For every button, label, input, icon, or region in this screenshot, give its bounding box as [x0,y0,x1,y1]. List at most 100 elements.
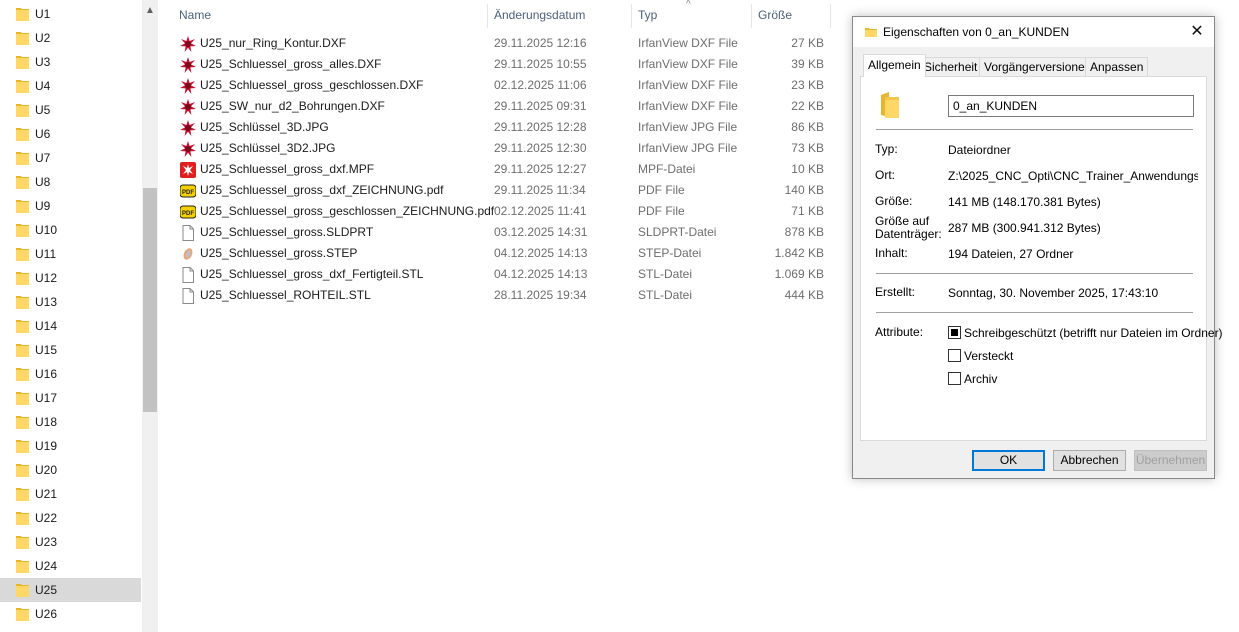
nav-item-label: U10 [35,223,58,237]
nav-item-u24[interactable]: U24 [0,554,141,578]
column-header-type[interactable]: Typ [638,0,657,30]
nav-item-u21[interactable]: U21 [0,482,141,506]
column-divider[interactable] [830,4,831,28]
nav-item-label: U17 [35,391,58,405]
nav-item-u23[interactable]: U23 [0,530,141,554]
created-value: Sonntag, 30. November 2025, 17:43:10 [948,286,1159,300]
close-icon[interactable]: ✕ [1182,17,1212,47]
dialog-titlebar[interactable]: Eigenschaften von 0_an_KUNDEN ✕ [853,17,1214,47]
nav-item-u3[interactable]: U3 [0,50,141,74]
file-name[interactable]: U25_Schlüssel_3D.JPG [200,120,329,134]
properties-dialog: Eigenschaften von 0_an_KUNDEN ✕ Allgemei… [852,16,1223,479]
nav-item-label: U22 [35,511,58,525]
tab-anpassen[interactable]: Anpassen [1085,57,1149,76]
file-date: 29.11.2025 09:31 [494,99,587,113]
folder-icon [16,584,29,597]
file-name[interactable]: U25_Schluessel_gross_alles.DXF [200,57,381,71]
scroll-up-arrow-icon[interactable]: ▲ [142,0,158,22]
contents-label: Inhalt: [875,246,908,260]
file-row[interactable]: U25_Schluessel_gross.STEP 04.12.2025 14:1… [178,243,828,264]
nav-item-label: U2 [35,31,51,45]
nav-item-u20[interactable]: U20 [0,458,141,482]
nav-item-u17[interactable]: U17 [0,386,141,410]
file-name[interactable]: U25_SW_nur_d2_Bohrungen.DXF [200,99,385,113]
nav-item-u9[interactable]: U9 [0,194,141,218]
file-name[interactable]: U25_Schluessel_gross_dxf_Fertigteil.STL [200,267,423,281]
column-divider[interactable] [631,4,632,28]
file-name[interactable]: U25_Schluessel_gross_geschlossen_ZEICHNU… [200,204,494,218]
nav-item-u25[interactable]: U25 [0,578,141,602]
hidden-checkbox[interactable] [948,349,961,362]
column-divider[interactable] [487,4,488,28]
tab-sicherheit[interactable]: Sicherheit [919,57,983,76]
apply-button[interactable]: Übernehmen [1134,450,1207,471]
file-size: 878 KB [784,225,824,239]
nav-item-label: U20 [35,463,58,477]
file-name[interactable]: U25_Schluessel_ROHTEIL.STL [200,288,371,302]
nav-scrollbar-thumb[interactable] [143,188,157,412]
folder-name-field[interactable] [948,95,1194,117]
location-value[interactable]: Z:\2025_CNC_Opti\CNC_Trainer_Anwendungst… [948,169,1198,183]
file-name[interactable]: U25_nur_Ring_Kontur.DXF [200,36,346,50]
column-header-name[interactable]: Name [179,0,211,30]
nav-item-u19[interactable]: U19 [0,434,141,458]
column-divider[interactable] [751,4,752,28]
nav-item-u2[interactable]: U2 [0,26,141,50]
nav-item-u13[interactable]: U13 [0,290,141,314]
file-row[interactable]: U25_Schluessel_gross_dxf_Fertigteil.STL 0… [178,264,828,285]
readonly-checkbox[interactable] [948,326,961,339]
file-row[interactable]: U25_Schluessel_ROHTEIL.STL 28.11.2025 19:… [178,285,828,306]
file-name[interactable]: U25_Schluessel_gross_dxf_ZEICHNUNG.pdf [200,183,443,197]
size-on-disk-label-line2: Datenträger: [875,227,942,241]
tab-vorgaengerversionen[interactable]: Vorgängerversionen [979,57,1097,76]
nav-item-u26[interactable]: U26 [0,602,141,626]
column-header-date[interactable]: Änderungsdatum [494,0,585,30]
archive-label[interactable]: Archiv [964,372,997,386]
nav-item-u11[interactable]: U11 [0,242,141,266]
cancel-button[interactable]: Abbrechen [1053,450,1126,471]
nav-item-u22[interactable]: U22 [0,506,141,530]
ok-button[interactable]: OK [972,450,1045,471]
file-row[interactable]: U25_Schluessel_gross.SLDPRT 03.12.2025 14… [178,222,828,243]
file-name[interactable]: U25_Schluessel_gross.SLDPRT [200,225,373,239]
nav-item-u16[interactable]: U16 [0,362,141,386]
file-name[interactable]: U25_Schluessel_gross.STEP [200,246,357,260]
nav-item-u5[interactable]: U5 [0,98,141,122]
size-on-disk-value: 287 MB (300.941.312 Bytes) [948,221,1101,235]
file-row[interactable]: U25_SW_nur_d2_Bohrungen.DXF 29.11.2025 09… [178,96,828,117]
column-header-size[interactable]: Größe [758,0,792,30]
nav-item-u14[interactable]: U14 [0,314,141,338]
file-name[interactable]: U25_Schluessel_gross_dxf.MPF [200,162,374,176]
nav-item-u15[interactable]: U15 [0,338,141,362]
nav-item-u7[interactable]: U7 [0,146,141,170]
nav-item-u8[interactable]: U8 [0,170,141,194]
file-row[interactable]: U25_Schlüssel_3D2.JPG 29.11.2025 12:30 Irf… [178,138,828,159]
tab-allgemein[interactable]: Allgemein [863,54,926,77]
file-row[interactable]: U25_Schluessel_gross_geschlossen.DXF 02.1… [178,75,828,96]
nav-item-u18[interactable]: U18 [0,410,141,434]
divider [876,312,1193,313]
folder-icon [16,512,29,525]
file-name[interactable]: U25_Schlüssel_3D2.JPG [200,141,335,155]
archive-checkbox[interactable] [948,372,961,385]
hidden-label[interactable]: Versteckt [964,349,1013,363]
readonly-label[interactable]: Schreibgeschützt (betrifft nur Dateien i… [964,326,1223,340]
nav-item-u1[interactable]: U1 [0,2,141,26]
nav-item-u4[interactable]: U4 [0,74,141,98]
file-row[interactable]: U25_Schluessel_gross_alles.DXF 29.11.2025… [178,54,828,75]
file-size: 73 KB [791,141,824,155]
nav-scrollbar[interactable]: ▲ [142,0,158,632]
folder-icon [16,464,29,477]
file-row[interactable]: U25_Schluessel_gross_dxf.MPF 29.11.2025 1… [178,159,828,180]
nav-item-u12[interactable]: U12 [0,266,141,290]
file-row[interactable]: U25_nur_Ring_Kontur.DXF 29.11.2025 12:16 I… [178,33,828,54]
file-type: MPF-Datei [638,162,696,176]
file-name[interactable]: U25_Schluessel_gross_geschlossen.DXF [200,78,423,92]
file-type: STEP-Datei [638,246,702,260]
nav-item-label: U26 [35,607,58,621]
file-row[interactable]: U25_Schlüssel_3D.JPG 29.11.2025 12:28 Irfa… [178,117,828,138]
file-row[interactable]: PDF U25_Schluessel_gross_dxf_ZEICHNUNG.pd… [178,180,828,201]
file-row[interactable]: PDF U25_Schluessel_gross_geschlossen_ZEIC… [178,201,828,222]
nav-item-u6[interactable]: U6 [0,122,141,146]
nav-item-u10[interactable]: U10 [0,218,141,242]
